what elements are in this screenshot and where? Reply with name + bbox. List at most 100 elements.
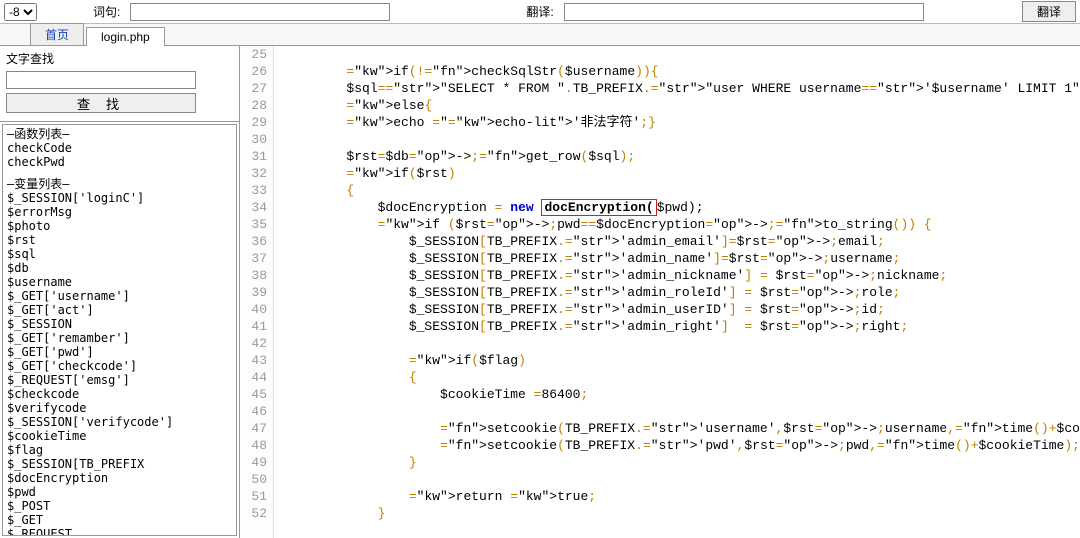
list-item[interactable]: $_REQUEST['emsg'] [7,373,232,387]
translate-input[interactable] [564,3,924,21]
list-item[interactable]: $docEncryption [7,471,232,485]
list-item[interactable]: $pwd [7,485,232,499]
line-number: 45 [240,386,267,403]
variables-panel[interactable]: —函数列表—checkCodecheckPwd—变量列表—$_SESSION['… [2,124,237,536]
list-item[interactable]: $_REQUEST [7,527,232,536]
list-item[interactable]: $_GET['checkcode'] [7,359,232,373]
code-line[interactable]: ="kw">if($flag) [284,352,1080,369]
list-item[interactable]: —函数列表— [7,127,232,141]
list-item[interactable]: $_GET['remamber'] [7,331,232,345]
line-number: 37 [240,250,267,267]
list-item[interactable]: $_SESSION[TB_PREFIX [7,457,232,471]
code-line[interactable]: $_SESSION[TB_PREFIX.="str">'admin_userID… [284,301,1080,318]
list-item[interactable]: $_POST [7,499,232,513]
line-number: 31 [240,148,267,165]
list-item[interactable]: $username [7,275,232,289]
line-number: 34 [240,199,267,216]
code-line[interactable]: $_SESSION[TB_PREFIX.="str">'admin_right'… [284,318,1080,335]
list-item[interactable]: $flag [7,443,232,457]
list-item[interactable]: $photo [7,219,232,233]
list-item[interactable]: $_GET['act'] [7,303,232,317]
code-line[interactable]: ="kw">else{ [284,97,1080,114]
code-line[interactable] [284,131,1080,148]
list-item[interactable]: $errorMsg [7,205,232,219]
code-line[interactable]: { [284,182,1080,199]
code-line[interactable]: ="kw">return ="kw">true; [284,488,1080,505]
code-line[interactable]: ="fn">setcookie(TB_PREFIX.="str">'userna… [284,420,1080,437]
word-input[interactable] [130,3,390,21]
find-input[interactable] [6,71,196,89]
find-title: 文字查找 [6,50,233,67]
encoding-select[interactable]: -8 [4,3,37,21]
code-line[interactable]: $rst=$db="op">->;="fn">get_row($sql); [284,148,1080,165]
line-number: 44 [240,369,267,386]
code-line[interactable]: $sql=="str">"SELECT * FROM ".TB_PREFIX.=… [284,80,1080,97]
list-item[interactable]: $_SESSION [7,317,232,331]
line-number: 51 [240,488,267,505]
line-number: 50 [240,471,267,488]
code-line[interactable]: $docEncryption = new docEncryption($pwd)… [284,199,1080,216]
list-item[interactable]: $_GET['pwd'] [7,345,232,359]
code-line[interactable]: ="kw">if(!="fn">checkSqlStr($username)){ [284,63,1080,80]
translate-button[interactable]: 翻译 [1022,1,1076,22]
code-line[interactable]: } [284,505,1080,522]
code-line[interactable] [284,46,1080,63]
tab-file[interactable]: login.php [86,27,165,46]
word-label: 词句: [93,3,120,20]
list-item[interactable]: —变量列表— [7,177,232,191]
main-split: 文字查找 查 找 —函数列表—checkCodecheckPwd—变量列表—$_… [0,46,1080,538]
list-item[interactable]: $_GET [7,513,232,527]
list-item[interactable]: checkPwd [7,155,232,169]
code-line[interactable] [284,403,1080,420]
line-number: 39 [240,284,267,301]
line-number: 26 [240,63,267,80]
list-item[interactable]: $verifycode [7,401,232,415]
code-line[interactable] [284,471,1080,488]
line-number: 32 [240,165,267,182]
list-item[interactable]: checkCode [7,141,232,155]
list-item[interactable]: $_SESSION['verifycode'] [7,415,232,429]
code-line[interactable]: ="kw">if ($rst="op">->;pwd==$docEncrypti… [284,216,1080,233]
line-number: 42 [240,335,267,352]
list-item[interactable]: $rst [7,233,232,247]
line-number: 30 [240,131,267,148]
line-number: 33 [240,182,267,199]
line-number: 29 [240,114,267,131]
left-panel: 文字查找 查 找 —函数列表—checkCodecheckPwd—变量列表—$_… [0,46,240,538]
code-line[interactable]: $_SESSION[TB_PREFIX.="str">'admin_roleId… [284,284,1080,301]
tab-bar: 首页 login.php [0,24,1080,46]
line-gutter: 2526272829303132333435363738394041424344… [240,46,274,538]
find-panel: 文字查找 查 找 [0,46,239,122]
code-line[interactable]: $cookieTime =86400; [284,386,1080,403]
code-line[interactable]: ="kw">if($rst) [284,165,1080,182]
code-line[interactable]: ="kw">echo ="="kw">echo-lit">'非法字符';} [284,114,1080,131]
line-number: 46 [240,403,267,420]
list-item[interactable]: $_SESSION['loginC'] [7,191,232,205]
code-content[interactable]: ="kw">if(!="fn">checkSqlStr($username)){… [274,46,1080,538]
line-number: 25 [240,46,267,63]
code-line[interactable]: ="fn">setcookie(TB_PREFIX.="str">'pwd',$… [284,437,1080,454]
code-line[interactable] [284,335,1080,352]
find-button[interactable]: 查 找 [6,93,196,113]
top-toolbar: -8 词句: 翻译: 翻译 [0,0,1080,24]
code-line[interactable]: $_SESSION[TB_PREFIX.="str">'admin_name']… [284,250,1080,267]
line-number: 28 [240,97,267,114]
list-item[interactable]: $cookieTime [7,429,232,443]
code-editor[interactable]: 2526272829303132333435363738394041424344… [240,46,1080,538]
line-number: 27 [240,80,267,97]
code-line[interactable]: { [284,369,1080,386]
line-number: 41 [240,318,267,335]
code-line[interactable]: } [284,454,1080,471]
code-line[interactable]: $_SESSION[TB_PREFIX.="str">'admin_email'… [284,233,1080,250]
list-item[interactable]: $db [7,261,232,275]
line-number: 40 [240,301,267,318]
line-number: 35 [240,216,267,233]
list-item[interactable]: $sql [7,247,232,261]
line-number: 48 [240,437,267,454]
tab-home[interactable]: 首页 [30,23,84,45]
line-number: 47 [240,420,267,437]
list-item[interactable]: $_GET['username'] [7,289,232,303]
code-line[interactable]: $_SESSION[TB_PREFIX.="str">'admin_nickna… [284,267,1080,284]
list-item[interactable]: $checkcode [7,387,232,401]
line-number: 49 [240,454,267,471]
